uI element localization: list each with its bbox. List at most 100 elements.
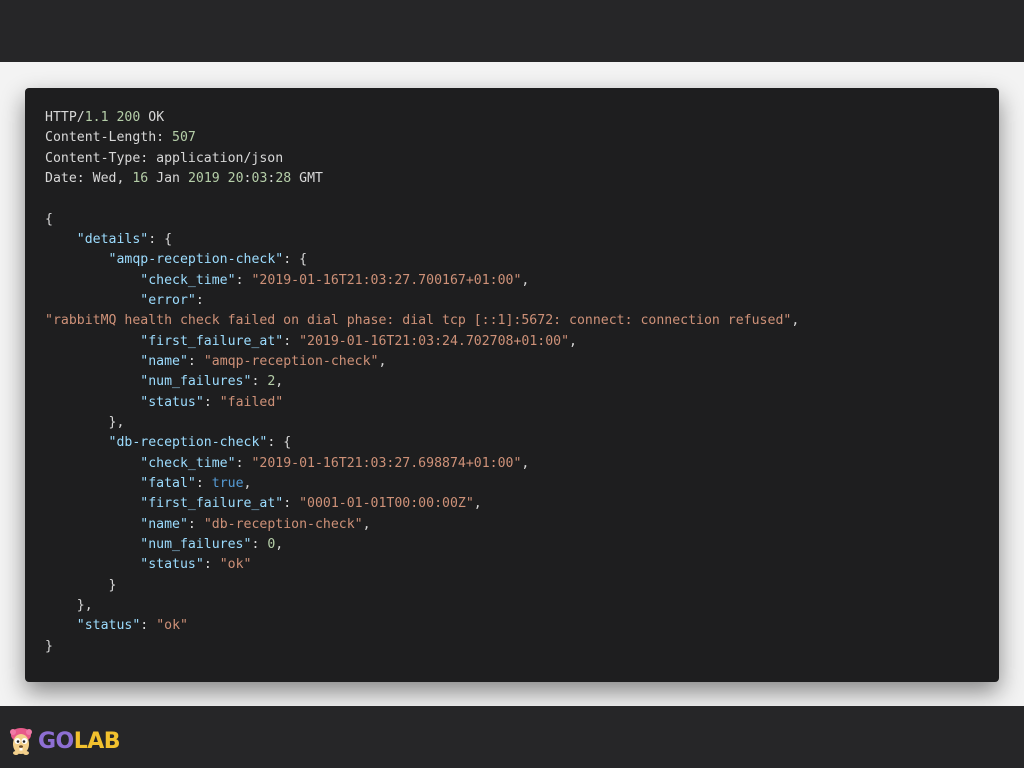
code-line: "status": "failed"	[45, 393, 799, 413]
code-token-plain: :	[203, 557, 220, 573]
code-token-str: "2019-01-16T21:03:24.702708+01:00"	[299, 333, 570, 349]
code-line: HTTP/1.1 200 OK	[45, 108, 799, 128]
code-token-plain: },	[45, 414, 125, 430]
code-line: "name": "db-reception-check",	[45, 515, 799, 535]
code-token-plain: ,	[521, 455, 530, 471]
code-token-plain: }	[45, 638, 53, 654]
code-token-plain: :	[235, 272, 252, 288]
code-token-num: 507	[172, 130, 196, 146]
code-token-plain: :	[187, 516, 204, 532]
code-token-plain: ,	[243, 475, 252, 491]
code-token-key: "first_failure_at"	[140, 333, 284, 349]
code-token-plain: :	[243, 170, 252, 186]
code-token-plain: Content-Length:	[45, 130, 173, 146]
http-response-code-block: HTTP/1.1 200 OK Content-Length: 507 Conten…	[45, 108, 799, 657]
code-line: "check_time": "2019-01-16T21:03:27.69887…	[45, 454, 799, 474]
code-line: "check_time": "2019-01-16T21:03:27.70016…	[45, 271, 799, 291]
code-token-plain: ,	[275, 536, 284, 552]
code-panel: HTTP/1.1 200 OK Content-Length: 507 Conten…	[25, 88, 999, 682]
code-line: },	[45, 413, 799, 433]
code-token-key: "name"	[140, 516, 188, 532]
code-token-key: "status"	[140, 557, 204, 573]
code-token-plain: GMT	[291, 170, 323, 186]
code-token-key: "check_time"	[140, 272, 236, 288]
code-line: "first_failure_at": "0001-01-01T00:00:00…	[45, 494, 799, 514]
code-token-key: "details"	[76, 231, 149, 247]
code-token-num: 28	[275, 170, 292, 186]
code-token-plain: : {	[283, 252, 308, 268]
code-line: "status": "ok"	[45, 616, 799, 636]
code-token-plain: Jan	[148, 170, 188, 186]
code-token-key: "status"	[76, 618, 141, 634]
code-token-num: 2019	[187, 170, 220, 186]
code-line: "amqp-reception-check": {	[45, 250, 799, 270]
code-line: }	[45, 576, 799, 596]
code-line: },	[45, 596, 799, 616]
code-token-plain: :	[195, 475, 212, 491]
code-token-key: "status"	[140, 394, 204, 410]
code-token-plain: :	[140, 618, 157, 634]
logo-text: GOLAB	[38, 728, 121, 754]
code-token-num: 200	[116, 110, 141, 125]
code-token-num: 16	[132, 170, 149, 186]
code-token-plain: :	[251, 536, 268, 552]
code-token-plain: :	[283, 496, 300, 512]
golab-logo: GOLAB	[8, 726, 121, 756]
code-line: "name": "amqp-reception-check",	[45, 352, 799, 372]
code-token-str: "2019-01-16T21:03:27.698874+01:00"	[251, 455, 522, 471]
code-token-plain: HTTP/	[45, 110, 85, 125]
code-token-key: "amqp-reception-check"	[108, 252, 284, 268]
code-line: "first_failure_at": "2019-01-16T21:03:24…	[45, 332, 799, 352]
code-token-key: "name"	[140, 353, 188, 369]
code-token-plain: :	[251, 374, 268, 390]
code-line: "fatal": true,	[45, 474, 799, 494]
code-token-plain: ,	[275, 374, 284, 390]
code-token-str: "amqp-reception-check"	[203, 353, 379, 369]
code-line: Content-Type: application/json	[45, 149, 799, 169]
code-token-num: 1.1	[84, 110, 109, 125]
code-line: Content-Length: 507	[45, 128, 799, 148]
code-token-plain: :	[283, 333, 300, 349]
code-line: {	[45, 210, 799, 230]
code-token-str: "2019-01-16T21:03:27.700167+01:00"	[251, 272, 522, 288]
code-token-plain: ,	[791, 313, 800, 329]
code-line: "error":	[45, 291, 799, 311]
code-token-plain: : {	[148, 231, 173, 247]
code-token-plain: },	[45, 597, 93, 613]
code-token-plain: :	[235, 455, 252, 471]
code-token-num: 03	[251, 170, 268, 186]
code-line: "db-reception-check": {	[45, 433, 799, 453]
code-token-key: "fatal"	[140, 475, 196, 491]
code-token-str: "failed"	[219, 394, 284, 410]
code-line: Date: Wed, 16 Jan 2019 20:03:28 GMT	[45, 169, 799, 189]
logo-text-go: GO	[38, 728, 74, 754]
code-line: "num_failures": 2,	[45, 372, 799, 392]
code-token-str: "0001-01-01T00:00:00Z"	[299, 496, 474, 512]
code-token-plain: Date: Wed,	[45, 170, 133, 186]
code-token-str: "db-reception-check"	[203, 516, 363, 532]
code-token-str: "rabbitMQ health check failed on dial ph…	[45, 313, 792, 329]
code-token-plain: ,	[378, 353, 387, 369]
code-token-plain: {	[45, 211, 53, 227]
code-token-plain: : {	[267, 435, 292, 451]
code-line: "status": "ok"	[45, 555, 799, 575]
code-token-key: "num_failures"	[140, 374, 252, 390]
code-token-plain: OK	[140, 110, 165, 125]
code-token-plain: ,	[473, 496, 482, 512]
code-token-plain: :	[203, 394, 220, 410]
